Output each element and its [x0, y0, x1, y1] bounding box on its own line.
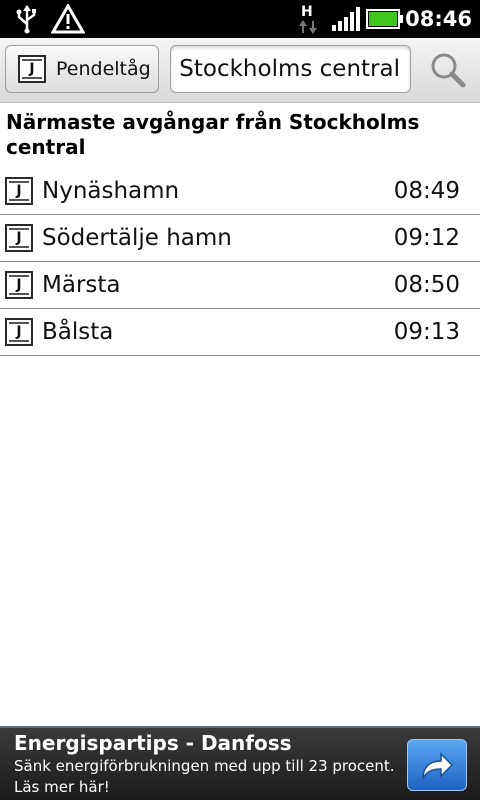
ad-title: Energispartips - Danfoss	[14, 731, 292, 755]
usb-icon	[14, 0, 40, 38]
magnifier-icon	[431, 53, 466, 88]
departure-time: 08:50	[393, 272, 460, 298]
commuter-train-icon: J	[5, 224, 33, 252]
transport-type-button[interactable]: J Pendeltåg	[5, 45, 159, 93]
svg-text:H: H	[301, 4, 313, 20]
transport-type-label: Pendeltåg	[56, 58, 151, 80]
departure-destination: Bålsta	[42, 319, 114, 345]
departure-time: 09:13	[393, 319, 460, 345]
ad-banner[interactable]: Energispartips - Danfoss Sänk energiförb…	[0, 726, 480, 800]
departure-row[interactable]: J Nynäshamn 08:49	[0, 168, 480, 215]
departure-list: J Nynäshamn 08:49 J Södertälje hamn 09:1…	[0, 168, 480, 356]
data-transfer-icon: H	[297, 0, 321, 38]
share-arrow-icon	[422, 752, 454, 780]
departure-time: 09:12	[393, 225, 460, 251]
departure-row[interactable]: J Märsta 08:50	[0, 262, 480, 309]
departure-row[interactable]: J Bålsta 09:13	[0, 309, 480, 356]
ad-text: Sänk energiförbrukningen med upp till 23…	[14, 757, 395, 796]
departure-destination: Märsta	[42, 272, 121, 298]
departure-destination: Södertälje hamn	[42, 225, 232, 251]
battery-icon	[366, 0, 404, 38]
commuter-train-icon: J	[5, 271, 33, 299]
commuter-train-icon: J	[5, 318, 33, 346]
departure-time: 08:49	[393, 178, 460, 204]
warning-icon	[51, 0, 85, 38]
status-bar: H 08:46	[0, 0, 480, 38]
commuter-train-icon: J	[5, 177, 33, 205]
ad-open-button[interactable]	[407, 739, 467, 791]
departure-row[interactable]: J Södertälje hamn 09:12	[0, 215, 480, 262]
departure-destination: Nynäshamn	[42, 178, 180, 204]
toolbar: J Pendeltåg	[0, 38, 480, 103]
clock: 08:46	[405, 7, 472, 31]
page-title: Närmaste avgångar från Stockholms centra…	[6, 110, 420, 159]
signal-icon	[331, 0, 361, 38]
commuter-train-icon: J	[18, 55, 46, 83]
search-button[interactable]	[422, 46, 474, 94]
station-search-input[interactable]	[170, 45, 411, 93]
